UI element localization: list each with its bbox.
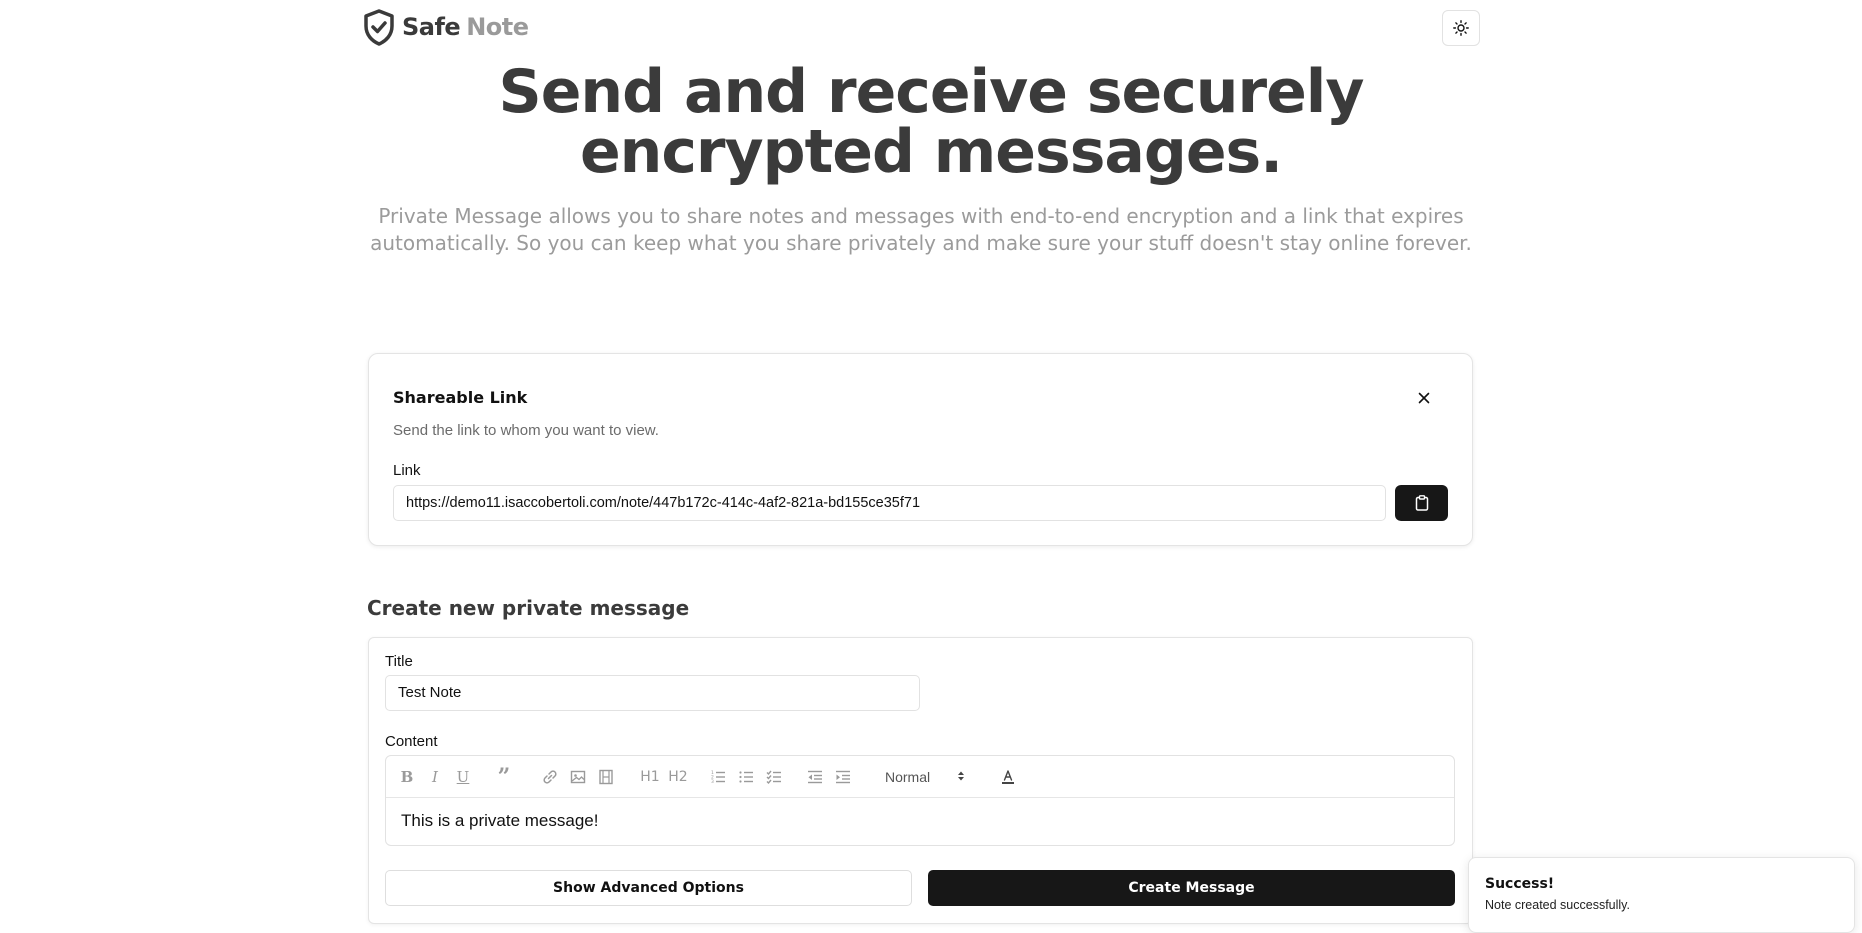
indent-button[interactable] [833,767,853,787]
logo-text-safe: Safe [402,13,461,41]
shareable-link-card: Shareable Link Send the link to whom you… [368,353,1473,546]
underline-button[interactable]: U [453,767,473,787]
header1-button[interactable]: H1 [637,767,663,787]
editor-toolbar: B I U ” H1 H2 123 Normal [386,756,1454,798]
hero-subtitle: Private Message allows you to share note… [360,203,1482,257]
title-input[interactable]: Test Note [385,675,920,711]
clipboard-icon [1415,495,1428,511]
content-label: Content [385,733,438,750]
logo-text-note: Note [466,13,529,41]
toast-title: Success! [1485,876,1555,892]
title-label: Title [385,653,413,670]
blockquote-button[interactable]: ” [494,764,514,790]
checklist-button[interactable] [764,767,784,787]
svg-text:3: 3 [711,779,714,785]
create-message-heading: Create new private message [367,596,690,620]
bullet-list-button[interactable] [736,767,756,787]
success-toast[interactable]: Success! Note created successfully. [1468,857,1855,933]
bullet-list-icon [739,771,753,783]
hero-subtitle-line1: Private Message allows you to share note… [378,204,1464,228]
indent-icon [836,770,850,784]
ordered-list-icon: 123 [711,770,725,785]
outdent-icon [808,770,822,784]
hero-title-line1: Send and receive securely [498,57,1365,127]
checklist-icon [766,770,781,785]
content-editor: B I U ” H1 H2 123 Normal This is a priva… [385,755,1455,846]
text-color-icon [1002,770,1014,784]
hero-subtitle-line2: automatically. So you can keep what you … [370,231,1472,255]
show-advanced-options-button[interactable]: Show Advanced Options [385,870,912,906]
hero-title: Send and receive securely encrypted mess… [0,62,1862,182]
hero-title-line2: encrypted messages. [579,117,1283,187]
bold-button[interactable]: B [397,767,417,787]
create-message-form: Title Test Note Content B I U ” H1 H2 12… [368,637,1473,924]
link-input[interactable]: https://demo11.isaccobertoli.com/note/44… [393,485,1386,521]
shareable-link-title: Shareable Link [393,388,528,407]
image-button[interactable] [568,767,588,787]
copy-link-button[interactable] [1395,485,1448,521]
toast-message: Note created successfully. [1485,898,1630,912]
image-icon [570,770,586,784]
create-message-button[interactable]: Create Message [928,870,1455,906]
outdent-button[interactable] [805,767,825,787]
shareable-link-description: Send the link to whom you want to view. [393,422,659,439]
link-label: Link [393,462,421,479]
select-arrows-icon [958,771,964,781]
header: Safe Note [362,8,1480,50]
link-button[interactable] [540,767,560,787]
logo[interactable]: Safe Note [362,8,529,46]
text-size-select[interactable]: Normal [885,767,975,787]
italic-button[interactable]: I [425,767,445,787]
link-icon [543,770,557,784]
sun-icon [1453,20,1469,36]
editor-content[interactable]: This is a private message! [401,811,598,831]
video-icon [599,769,613,785]
close-button[interactable] [1414,388,1434,408]
close-icon [1418,392,1430,404]
text-color-button[interactable] [998,767,1018,787]
ordered-list-button[interactable]: 123 [708,767,728,787]
header2-button[interactable]: H2 [665,767,691,787]
video-button[interactable] [596,767,616,787]
shield-check-icon [364,9,394,46]
text-size-value: Normal [885,769,931,785]
theme-toggle-button[interactable] [1442,10,1480,46]
